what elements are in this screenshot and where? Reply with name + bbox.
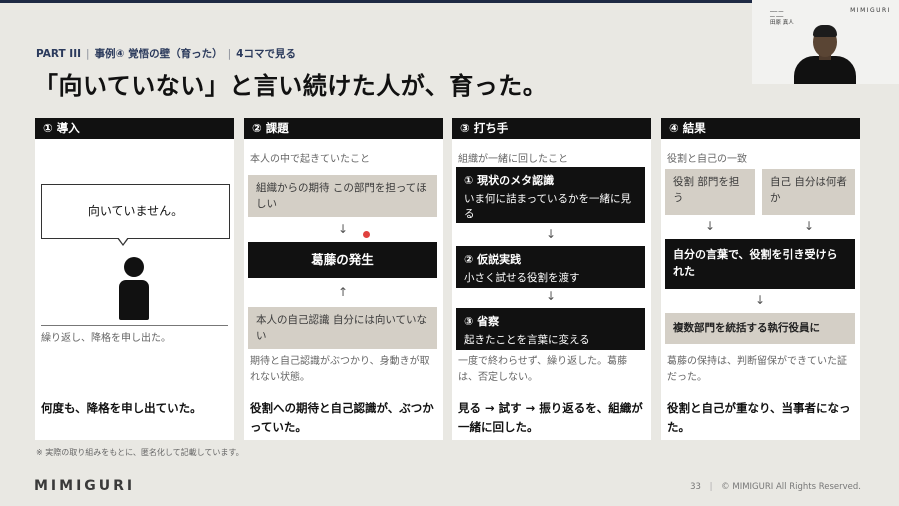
arrow-down-icon: ↓: [338, 222, 349, 236]
step-description: 起きたことを言葉に変える: [464, 334, 590, 346]
step-reflection: ③ 省察 起きたことを言葉に変える: [456, 308, 645, 350]
divider: [41, 325, 228, 326]
self-box: 自己 自分は何者か: [762, 169, 855, 215]
page-info: 33 | © MIMIGURI All Rights Reserved.: [690, 482, 861, 492]
card-heading: ③ 打ち手: [452, 118, 651, 139]
card-summary: 見る → 試す → 振り返るを、組織が一緒に回した。: [458, 401, 643, 434]
step-description: 小さく試せる役割を渡す: [464, 272, 580, 284]
card-note: 期待と自己認識がぶつかり、身動きが取れない状態。: [250, 356, 430, 383]
step-title: ② 仮説実践: [464, 253, 522, 266]
step-title: ① 現状のメタ認識: [464, 174, 555, 187]
pointer-dot: [363, 231, 370, 238]
copyright: © MIMIGURI All Rights Reserved.: [721, 482, 861, 492]
conflict-box: 葛藤の発生: [248, 242, 437, 278]
card-subtitle: 組織が一緒に回したこと: [458, 154, 568, 165]
presenter-hair: [813, 25, 837, 37]
arrow-down-icon: ↓: [705, 219, 716, 233]
card-introduction: ① 導入 向いていません。 繰り返し、降格を申し出た。 何度も、降格を申し出てい…: [35, 118, 234, 440]
person-icon-head: [124, 257, 144, 277]
speech-bubble: 向いていません。: [41, 184, 230, 239]
arrow-down-icon: ↓: [546, 227, 557, 241]
expectation-box: 組織からの期待 この部門を担ってほしい: [248, 175, 437, 217]
card-note: 葛藤の保持は、判断留保ができていた証だった。: [667, 356, 847, 383]
card-issue: ② 課題 本人の中で起きていたこと 組織からの期待 この部門を担ってほしい ↓ …: [244, 118, 443, 440]
arrow-down-icon: ↓: [804, 219, 815, 233]
footnote: ※ 実際の取り組みをもとに、匿名化して記載しています。: [36, 448, 244, 457]
speech-bubble-tail-fill: [118, 237, 128, 244]
page-number: 33: [690, 482, 701, 492]
presenter-video-tile[interactable]: MIMIGURI ━━━ ━━ ━━ ━━━ 田原 真人: [752, 0, 899, 84]
card-summary: 役割への期待と自己認識が、ぶつかっていた。: [250, 401, 434, 434]
arrow-down-icon: ↓: [546, 289, 557, 303]
card-summary: 何度も、降格を申し出ていた。: [41, 401, 202, 415]
self-perception-box: 本人の自己認識 自分には向いていない: [248, 307, 437, 349]
card-note: 繰り返し、降格を申し出た。: [41, 333, 171, 344]
card-heading: ② 課題: [244, 118, 443, 139]
presenter-name: 田原 真人: [770, 20, 794, 26]
card-approach: ③ 打ち手 組織が一緒に回したこと ① 現状のメタ認識 いま何に詰まっているかを…: [452, 118, 651, 440]
step-description: いま何に詰まっているかを一緒に見る: [464, 193, 632, 220]
company-logo: MIMIGURI: [34, 478, 136, 494]
card-summary: 役割と自己が重なり、当事者になった。: [667, 401, 851, 434]
merged-box: 自分の言葉で、役割を引き受けられた: [665, 239, 855, 289]
card-subtitle: 本人の中で起きていたこと: [250, 154, 370, 165]
card-subtitle: 役割と自己の一致: [667, 154, 747, 165]
presenter-body: [794, 56, 856, 84]
final-role-box: 複数部門を統括する執行役員に: [665, 313, 855, 344]
role-box: 役割 部門を担う: [665, 169, 755, 215]
breadcrumb-part: PART III: [36, 48, 82, 60]
breadcrumb-view: 4コマで見る: [236, 48, 296, 60]
card-note: 一度で終わらせず、繰り返した。葛藤は、否定しない。: [458, 356, 628, 383]
slide-title: 「向いていない」と言い続けた人が、育った。: [34, 72, 548, 100]
arrow-down-icon: ↓: [755, 293, 766, 307]
person-icon-body: [119, 280, 149, 320]
card-heading: ④ 結果: [661, 118, 860, 139]
video-brand: MIMIGURI: [850, 7, 891, 14]
step-title: ③ 省察: [464, 315, 500, 328]
breadcrumb: PART III | 事例④ 覚悟の壁（育った） | 4コマで見る: [36, 48, 296, 60]
card-heading: ① 導入: [35, 118, 234, 139]
arrow-up-icon: ↑: [338, 285, 349, 299]
step-hypothesis-practice: ② 仮説実践 小さく試せる役割を渡す: [456, 246, 645, 288]
step-meta-recognition: ① 現状のメタ認識 いま何に詰まっているかを一緒に見る: [456, 167, 645, 223]
breadcrumb-case: 事例④ 覚悟の壁（育った）: [94, 48, 223, 60]
card-result: ④ 結果 役割と自己の一致 役割 部門を担う 自己 自分は何者か ↓ ↓ 自分の…: [661, 118, 860, 440]
